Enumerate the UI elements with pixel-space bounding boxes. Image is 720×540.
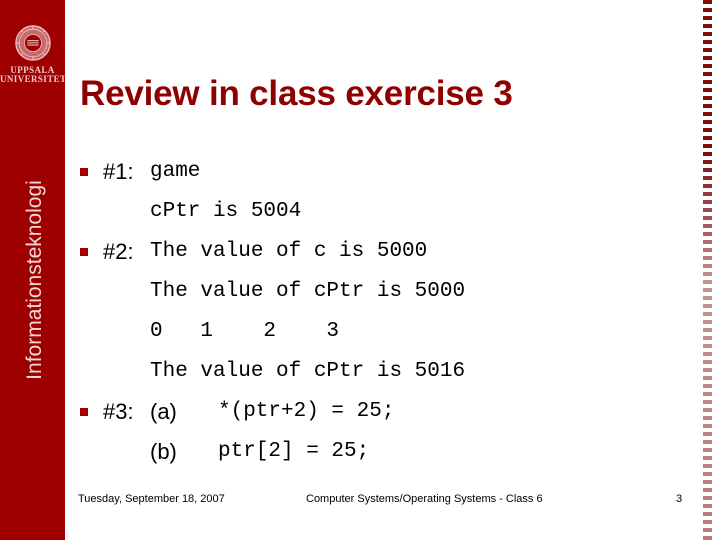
item-code: 0 1 2 3 — [150, 320, 340, 343]
item-code: *(ptr+2) = 25; — [218, 400, 395, 423]
list-item: #1: game — [78, 155, 698, 195]
list-item: The value of cPtr is 5016 — [78, 355, 698, 395]
item-sublabel: (a) — [150, 399, 177, 424]
item-code: The value of c is 5000 — [150, 240, 428, 263]
slide-body: #1: game cPtr is 5004 #2: The value of c… — [78, 155, 698, 475]
item-sublabel: (b) — [150, 439, 177, 464]
list-item: The value of cPtr is 5000 — [78, 275, 698, 315]
item-tag: #3: — [103, 399, 134, 424]
page-title: Review in class exercise 3 — [80, 74, 513, 113]
bullet-square-icon — [80, 248, 88, 256]
item-code: cPtr is 5004 — [150, 200, 302, 223]
bullet-square-icon — [80, 408, 88, 416]
list-item: #2: The value of c is 5000 — [78, 235, 698, 275]
item-tag: #1: — [103, 159, 134, 184]
list-item: 0 1 2 3 — [78, 315, 698, 355]
item-tag: #2: — [103, 239, 134, 264]
list-item: #3: (a) *(ptr+2) = 25; — [78, 395, 698, 435]
footer-page-number: 3 — [676, 493, 683, 505]
bullet-square-icon — [80, 168, 88, 176]
right-edge-dashed-rule — [703, 0, 712, 540]
item-code: game — [150, 160, 201, 183]
footer-course-title: Computer Systems/Operating Systems - Cla… — [306, 493, 543, 505]
slide-footer: Tuesday, September 18, 2007 Computer Sys… — [0, 492, 720, 540]
brand-sidebar: UPPSALA UNIVERSITET Informationsteknolog… — [0, 0, 66, 540]
item-code: The value of cPtr is 5016 — [150, 360, 466, 383]
list-item: (b) ptr[2] = 25; — [78, 435, 698, 475]
department-label-container: Informationsteknologi — [0, 0, 65, 540]
item-code: The value of cPtr is 5000 — [150, 280, 466, 303]
footer-date: Tuesday, September 18, 2007 — [78, 493, 225, 505]
item-code: ptr[2] = 25; — [218, 440, 370, 463]
department-label: Informationsteknologi — [23, 180, 46, 380]
list-item: cPtr is 5004 — [78, 195, 698, 235]
